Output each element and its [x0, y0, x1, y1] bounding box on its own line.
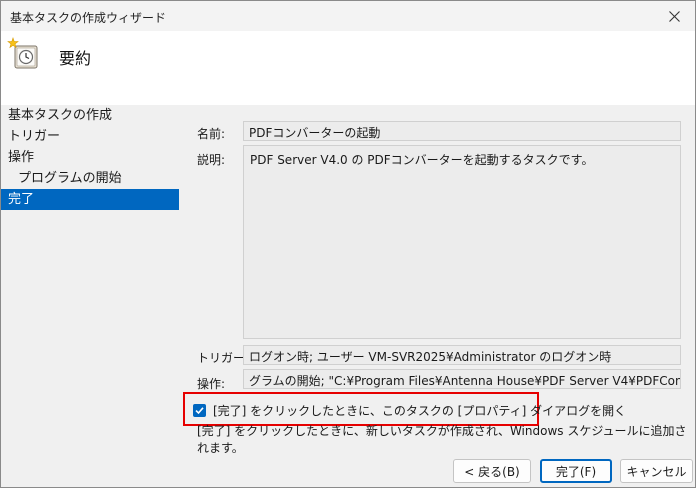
- step-label: 基本タスクの作成: [8, 108, 113, 123]
- wizard-window: 基本タスクの作成ウィザード 要約 基本タスクの作成 トリガー 操作 プログラムの…: [0, 0, 696, 488]
- step-create-basic-task[interactable]: 基本タスクの作成: [1, 105, 179, 126]
- trigger-value: ログオン時; ユーザー VM-SVR2025¥Administrator のログ…: [249, 350, 612, 364]
- step-label: プログラムの開始: [18, 171, 122, 186]
- trigger-field[interactable]: ログオン時; ユーザー VM-SVR2025¥Administrator のログ…: [243, 345, 681, 365]
- checkmark-icon: [195, 407, 204, 415]
- cancel-button[interactable]: キャンセル: [620, 459, 693, 483]
- finish-note: [完了] をクリックしたときに、新しいタスクが作成され、Windows スケジュ…: [197, 424, 687, 455]
- wizard-header: 要約: [1, 31, 695, 105]
- finish-button[interactable]: 完了(F): [540, 459, 612, 483]
- action-label: 操作:: [197, 377, 226, 391]
- wizard-steps: 基本タスクの作成 トリガー 操作 プログラムの開始 完了: [1, 105, 181, 210]
- action-value: グラムの開始; "C:¥Program Files¥Antenna House¥…: [249, 374, 680, 388]
- step-label: トリガー: [8, 129, 61, 144]
- open-properties-option[interactable]: [完了] をクリックしたときに、このタスクの [プロパティ] ダイアログを開く: [193, 402, 626, 419]
- step-trigger[interactable]: トリガー: [1, 126, 179, 147]
- close-icon: [668, 10, 680, 22]
- page-title: 要約: [59, 49, 92, 68]
- description-field[interactable]: PDF Server V4.0 の PDFコンバーターを起動するタスクです。: [243, 145, 681, 339]
- task-clock-icon: [7, 37, 38, 69]
- trigger-label: トリガー:: [197, 351, 250, 365]
- name-field[interactable]: PDFコンバーターの起動: [243, 121, 681, 141]
- step-finish[interactable]: 完了: [1, 189, 179, 210]
- description-label: 説明:: [197, 153, 226, 167]
- step-label: 操作: [8, 150, 35, 165]
- step-start-program[interactable]: プログラムの開始: [1, 168, 179, 189]
- step-label: 完了: [8, 192, 35, 207]
- name-value: PDFコンバーターの起動: [249, 126, 381, 140]
- title-bar: 基本タスクの作成ウィザード: [1, 1, 695, 31]
- description-value: PDF Server V4.0 の PDFコンバーターを起動するタスクです。: [250, 153, 594, 167]
- close-button[interactable]: [653, 1, 695, 31]
- action-field[interactable]: グラムの開始; "C:¥Program Files¥Antenna House¥…: [243, 369, 681, 389]
- open-properties-checkbox[interactable]: [193, 404, 206, 417]
- window-title: 基本タスクの作成ウィザード: [10, 11, 167, 25]
- open-properties-label: [完了] をクリックしたときに、このタスクの [プロパティ] ダイアログを開く: [213, 404, 627, 418]
- back-button[interactable]: < 戻る(B): [453, 459, 531, 483]
- step-action[interactable]: 操作: [1, 147, 179, 168]
- name-label: 名前:: [197, 127, 226, 141]
